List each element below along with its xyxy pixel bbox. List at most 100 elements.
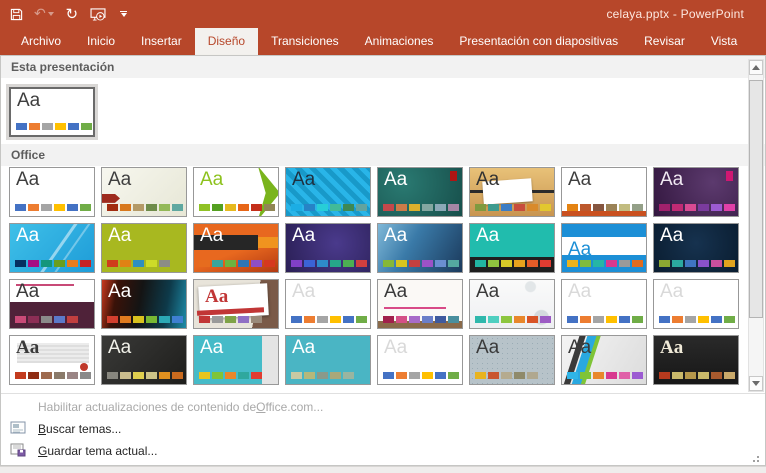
scroll-up-icon[interactable]: [749, 60, 763, 75]
theme-thumbnail[interactable]: Aa: [101, 167, 187, 217]
theme-aa-sample: Aa: [16, 168, 39, 192]
theme-aa-sample: Aa: [108, 168, 131, 192]
redo-icon[interactable]: ↻: [64, 4, 80, 24]
current-theme-selected[interactable]: Aa: [6, 84, 98, 140]
theme-aa-sample: Aa: [292, 336, 315, 360]
theme-thumbnail[interactable]: Aa: [285, 167, 371, 217]
current-theme-slot: Aa: [9, 87, 95, 137]
quick-access-toolbar: ↶ ↻: [8, 4, 132, 24]
theme-color-chips: [199, 260, 275, 267]
theme-thumbnail[interactable]: Aa: [285, 279, 371, 329]
theme-aa-sample: Aa: [200, 168, 223, 192]
theme-thumbnail[interactable]: Aa: [653, 279, 739, 329]
theme-thumbnail[interactable]: Aa: [193, 279, 279, 329]
menu-item-browse-themes[interactable]: Buscar temas...: [1, 418, 765, 440]
theme-color-chips: [475, 260, 551, 267]
theme-aa-sample: Aa: [660, 168, 683, 192]
theme-decor-dot: [80, 363, 88, 371]
theme-thumbnail[interactable]: Aa: [9, 167, 95, 217]
theme-decor-corner: [726, 171, 733, 181]
theme-thumbnail[interactable]: Aa: [469, 167, 555, 217]
theme-thumbnail[interactable]: Aa: [561, 335, 647, 385]
theme-color-chips: [199, 372, 262, 379]
theme-thumbnail[interactable]: Aa: [469, 335, 555, 385]
tab-inicio[interactable]: Inicio: [74, 28, 128, 55]
theme-thumbnail[interactable]: Aa: [101, 335, 187, 385]
theme-decor-bottomplum: [10, 302, 94, 328]
theme-color-chips: [107, 260, 170, 267]
scrollbar-thumb[interactable]: [749, 80, 763, 318]
theme-thumbnail[interactable]: Aa: [9, 279, 95, 329]
theme-color-chips: [567, 316, 643, 323]
tab-insertar[interactable]: Insertar: [128, 28, 195, 55]
tab-diseno[interactable]: Diseño: [195, 28, 258, 55]
tab-revisar[interactable]: Revisar: [631, 28, 698, 55]
theme-aa-sample: Aa: [568, 238, 591, 262]
theme-color-chips: [15, 316, 78, 323]
undo-icon[interactable]: ↶: [34, 4, 54, 24]
tab-animaciones[interactable]: Animaciones: [352, 28, 447, 55]
menu-item-enable-office-content: Habilitar actualizaciones de contenido d…: [1, 396, 765, 418]
start-slideshow-icon[interactable]: [90, 4, 106, 24]
theme-thumbnail[interactable]: Aa: [377, 279, 463, 329]
theme-thumbnail[interactable]: Aa: [469, 279, 555, 329]
tab-transiciones[interactable]: Transiciones: [258, 28, 352, 55]
theme-thumbnail[interactable]: Aa: [377, 335, 463, 385]
browse-themes-icon: [10, 421, 26, 438]
theme-thumbnail[interactable]: Aa: [101, 223, 187, 273]
theme-thumbnail[interactable]: Aa: [193, 335, 279, 385]
theme-thumbnail[interactable]: Aa: [285, 335, 371, 385]
theme-thumbnail[interactable]: Aa: [9, 223, 95, 273]
theme-color-chips: [291, 316, 367, 323]
theme-aa-sample: Aa: [476, 336, 499, 360]
theme-color-chips: [16, 123, 92, 130]
theme-color-chips: [107, 204, 183, 211]
resize-grip[interactable]: [751, 454, 759, 462]
theme-color-chips: [383, 204, 459, 211]
theme-color-chips: [291, 260, 367, 267]
theme-color-chips: [15, 204, 91, 211]
theme-thumbnail[interactable]: Aa: [653, 167, 739, 217]
theme-thumbnail[interactable]: Aa: [469, 223, 555, 273]
theme-aa-sample: Aa: [568, 336, 591, 360]
tab-vista[interactable]: Vista: [698, 28, 750, 55]
theme-thumbnail[interactable]: Aa: [561, 167, 647, 217]
gallery-scrollbar[interactable]: [748, 59, 764, 392]
theme-color-chips: [659, 316, 735, 323]
theme-thumbnail[interactable]: Aa: [9, 335, 95, 385]
theme-color-chips: [291, 372, 354, 379]
tab-archivo[interactable]: Archivo: [8, 28, 74, 55]
theme-thumbnail[interactable]: Aa: [9, 87, 95, 137]
theme-color-chips: [659, 204, 735, 211]
theme-aa-sample: Aa: [292, 224, 315, 248]
theme-aa-sample: Aa: [17, 89, 40, 113]
theme-aa-sample: Aa: [476, 224, 499, 248]
menu-item-save-current-theme[interactable]: Guardar tema actual...: [1, 440, 765, 462]
theme-aa-sample: Aa: [660, 336, 683, 360]
title-bar: ↶ ↻ celaya.pptx - PowerPoint: [0, 0, 766, 28]
theme-thumbnail[interactable]: Aa: [653, 223, 739, 273]
tab-presentacion-con-diapositivas[interactable]: Presentación con diapositivas: [446, 28, 631, 55]
save-icon[interactable]: [8, 4, 24, 24]
theme-thumbnail[interactable]: Aa: [561, 279, 647, 329]
theme-thumbnail[interactable]: Aa: [561, 223, 647, 273]
theme-color-chips: [475, 316, 551, 323]
theme-thumbnail[interactable]: Aa: [193, 167, 279, 217]
theme-thumbnail[interactable]: Aa: [101, 279, 187, 329]
customize-qat-icon[interactable]: [116, 4, 132, 24]
theme-aa-sample: Aa: [476, 168, 499, 192]
theme-thumbnail[interactable]: Aa: [377, 223, 463, 273]
theme-decor-underline: [384, 307, 446, 309]
theme-thumbnail[interactable]: Aa: [653, 335, 739, 385]
theme-color-chips: [567, 204, 643, 211]
theme-color-chips: [15, 372, 91, 379]
bottom-strip: [0, 466, 766, 473]
theme-thumbnail[interactable]: Aa: [193, 223, 279, 273]
theme-thumbnail[interactable]: Aa: [285, 223, 371, 273]
theme-aa-sample: Aa: [384, 280, 407, 304]
theme-aa-sample: Aa: [384, 168, 407, 192]
scroll-down-icon[interactable]: [749, 376, 763, 391]
theme-thumbnail[interactable]: Aa: [377, 167, 463, 217]
theme-aa-sample: Aa: [660, 224, 683, 248]
theme-decor-rightpanel: [262, 336, 278, 384]
